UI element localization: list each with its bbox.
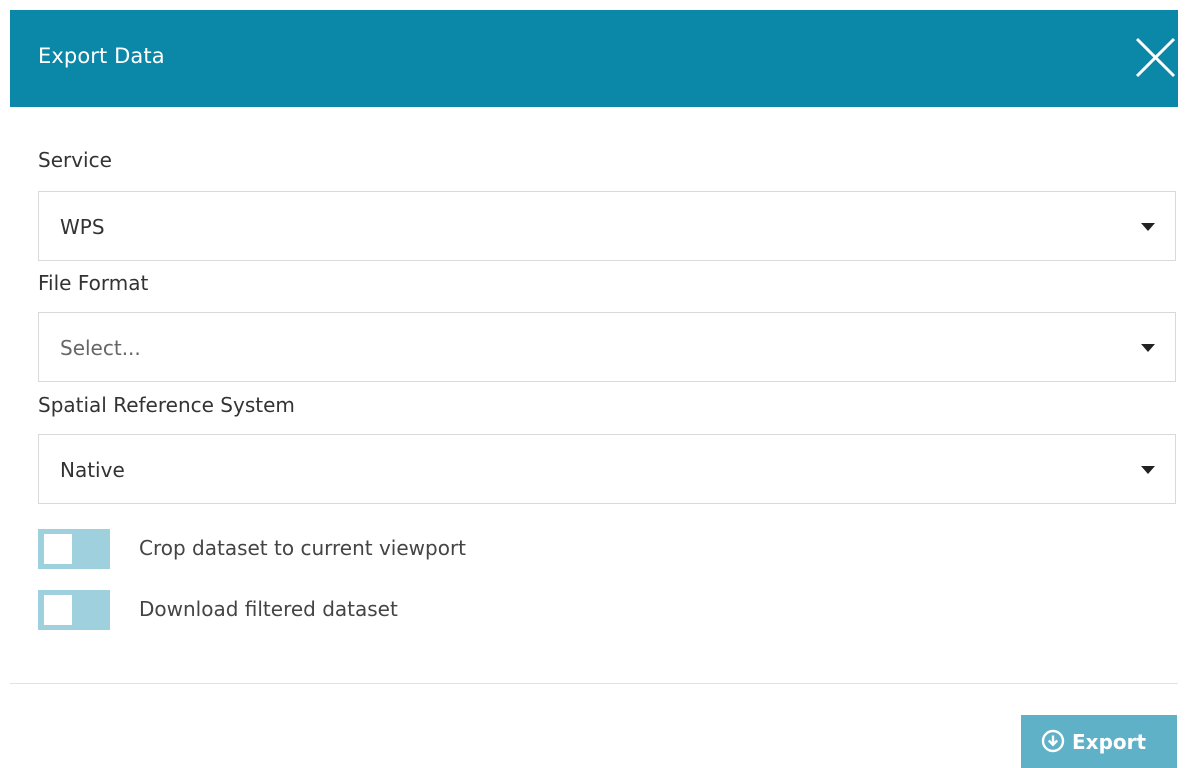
file-format-select[interactable]: Select... [38, 312, 1176, 382]
service-selected-value: WPS [60, 215, 105, 239]
caret-down-icon [1141, 344, 1155, 352]
close-button[interactable] [1132, 37, 1178, 79]
caret-down-icon [1141, 223, 1155, 231]
srs-label: Spatial Reference System [38, 393, 295, 417]
download-circle-icon [1041, 729, 1065, 753]
crop-toggle-label[interactable]: Crop dataset to current viewport [139, 536, 466, 560]
file-format-placeholder: Select... [60, 336, 141, 360]
crop-toggle[interactable] [38, 529, 110, 569]
dialog-header: Export Data [10, 10, 1178, 107]
srs-selected-value: Native [60, 458, 125, 482]
footer-divider [10, 683, 1178, 684]
export-button[interactable]: Export [1021, 715, 1177, 768]
srs-select[interactable]: Native [38, 434, 1176, 504]
export-dialog: Export Data Service WPS File Format Sele… [10, 10, 1178, 768]
close-icon [1135, 37, 1176, 78]
toggle-knob [44, 534, 72, 564]
caret-down-icon [1141, 466, 1155, 474]
toggle-knob [44, 595, 72, 625]
service-select[interactable]: WPS [38, 191, 1176, 261]
filtered-toggle-label[interactable]: Download filtered dataset [139, 597, 398, 621]
file-format-label: File Format [38, 271, 149, 295]
export-button-label: Export [1072, 730, 1147, 754]
filtered-toggle[interactable] [38, 590, 110, 630]
filtered-toggle-row: Download filtered dataset [38, 590, 738, 630]
dialog-title: Export Data [38, 44, 165, 68]
crop-toggle-row: Crop dataset to current viewport [38, 529, 738, 569]
service-label: Service [38, 148, 112, 172]
